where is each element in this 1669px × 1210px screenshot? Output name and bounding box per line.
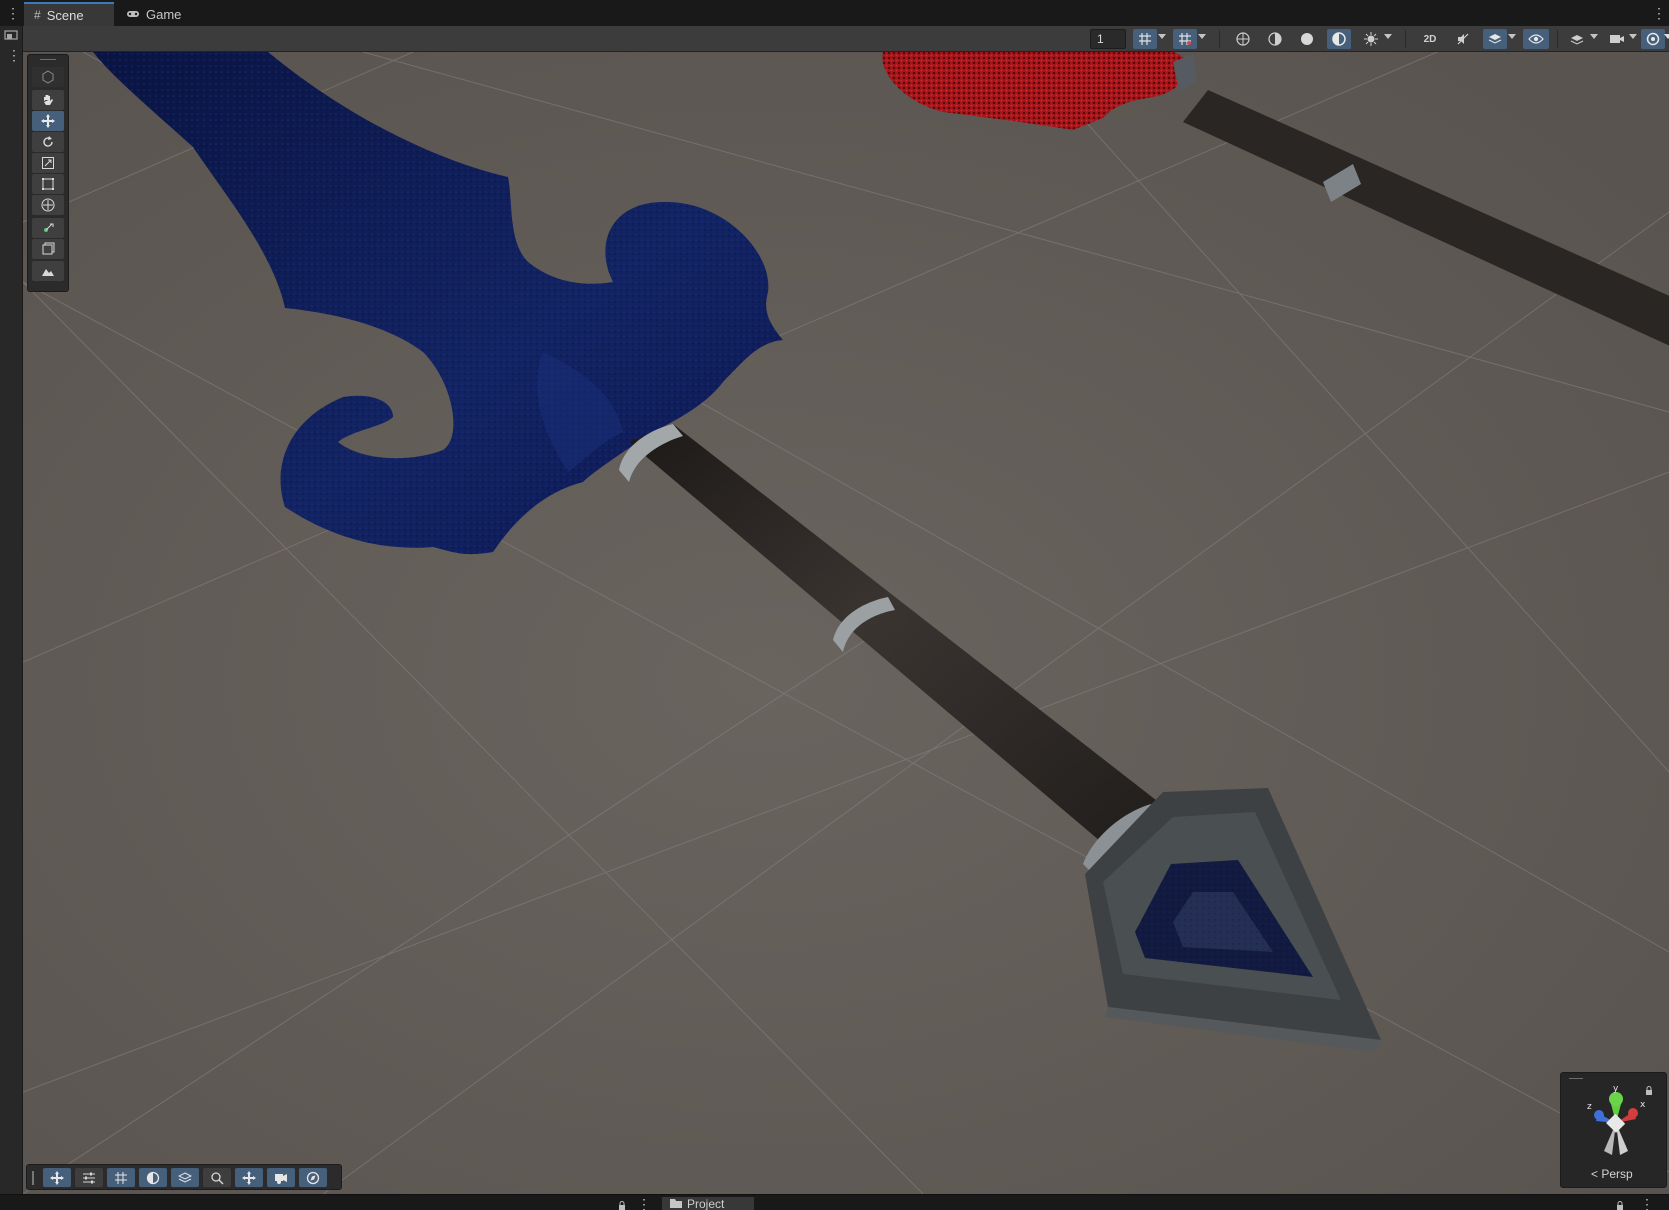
pivot-icon[interactable] (235, 1168, 263, 1187)
more-options-icon[interactable]: ⋮ (6, 6, 20, 20)
hash-icon: # (34, 8, 41, 22)
tab-game[interactable]: Game (116, 2, 196, 26)
component-tool-icon[interactable] (32, 239, 64, 259)
projection-toggle[interactable]: < Persp (1591, 1167, 1633, 1181)
left-gutter: ⋮ (0, 26, 23, 1206)
tool-palette (27, 54, 69, 292)
tab-strip: ⋮ # Scene Game ⋮ (0, 0, 1669, 26)
grid-visibility-dropdown-icon[interactable] (1198, 34, 1206, 39)
custom-tool-icon[interactable] (32, 218, 64, 238)
camera-icon[interactable] (267, 1168, 295, 1187)
layers-dropdown-icon[interactable] (1508, 34, 1516, 39)
grid-icon[interactable] (107, 1168, 135, 1187)
gamepad-icon (126, 7, 140, 22)
compass-icon[interactable] (299, 1168, 327, 1187)
layers-icon[interactable] (1483, 29, 1507, 49)
shading-icon[interactable] (139, 1168, 167, 1187)
rect-tool-icon[interactable] (32, 174, 64, 194)
shaded-sphere-icon[interactable] (1263, 29, 1287, 49)
panel-more-icon[interactable]: ⋮ (637, 1197, 651, 1210)
unlit-sphere-icon[interactable] (1295, 29, 1319, 49)
projection-label: Persp (1601, 1167, 1633, 1181)
axis-y-label: y (1613, 1085, 1619, 1094)
bottom-panel-strip: ⋮ Project ⋮ (0, 1194, 1669, 1210)
tab-project-label: Project (687, 1197, 725, 1210)
gizmo-drag-handle[interactable] (1569, 1078, 1583, 1079)
grid-snapping-icon[interactable] (1133, 29, 1157, 49)
axis-z-label: z (1587, 1102, 1592, 1112)
view-tool-icon[interactable] (32, 90, 64, 110)
sliders-icon[interactable] (75, 1168, 103, 1187)
toolbar-separator (1219, 30, 1220, 48)
window-options-icon[interactable]: ⋮ (1652, 6, 1666, 20)
layer-count-field[interactable]: 1 (1090, 29, 1126, 49)
audio-toggle-icon[interactable] (1451, 29, 1475, 49)
global-view-icon[interactable] (1231, 29, 1255, 49)
layers-icon[interactable] (171, 1168, 199, 1187)
orientation-gizmo[interactable]: y x z < Persp (1560, 1072, 1667, 1188)
tab-scene-label: Scene (46, 7, 84, 23)
toolbar-separator (1405, 30, 1406, 48)
lock-icon[interactable] (618, 1198, 626, 1210)
overlay-menu-icon[interactable] (4, 29, 18, 47)
scene-render (23, 52, 1669, 1194)
tab-scene[interactable]: # Scene (24, 2, 114, 26)
gutter-more-icon[interactable]: ⋮ (7, 48, 21, 62)
overlay-drag-handle[interactable] (32, 1171, 34, 1185)
chevron-left-icon: < (1591, 1167, 1599, 1181)
rotate-tool-icon[interactable] (32, 132, 64, 152)
search-icon[interactable] (203, 1168, 231, 1187)
scene-viewport[interactable] (23, 52, 1669, 1194)
view-options-icon[interactable] (32, 67, 64, 87)
gizmos-icon[interactable] (1641, 29, 1665, 49)
layer-visibility-dropdown-icon[interactable] (1590, 34, 1598, 39)
scale-tool-icon[interactable] (32, 153, 64, 173)
overlay-toolbar (26, 1164, 342, 1190)
effects-icon[interactable] (1359, 29, 1383, 49)
editor-window: ⋮ # Scene Game ⋮ ⋮ 1 2D y x z < Persp ⋮ … (0, 0, 1669, 1210)
axis-x-label: x (1640, 1100, 1646, 1110)
axis-gizmo-icon[interactable]: y x z (1576, 1085, 1656, 1165)
2d-toggle-icon[interactable]: 2D (1417, 29, 1443, 49)
tab-game-label: Game (146, 6, 182, 22)
move-tool-icon[interactable] (32, 111, 64, 131)
toolbar-separator (1557, 30, 1558, 48)
effects-dropdown-icon[interactable] (1384, 34, 1392, 39)
grid-visibility-icon[interactable] (1173, 29, 1197, 49)
layer-visibility-icon[interactable] (1565, 29, 1589, 49)
gizmos-dropdown-icon[interactable] (1664, 34, 1669, 39)
lock-icon[interactable] (1616, 1198, 1624, 1210)
camera-icon[interactable] (1605, 29, 1629, 49)
transform-tool-icon[interactable] (32, 195, 64, 215)
folder-icon (670, 1197, 682, 1210)
visibility-icon[interactable] (1523, 29, 1549, 49)
panel-more-icon[interactable]: ⋮ (1640, 1197, 1654, 1210)
move-icon[interactable] (43, 1168, 71, 1187)
grid-snapping-dropdown-icon[interactable] (1158, 34, 1166, 39)
palette-drag-handle[interactable] (40, 59, 56, 60)
terrain-tool-icon[interactable] (32, 261, 64, 281)
scene-toolbar: 1 2D (23, 26, 1669, 52)
lighting-icon[interactable] (1327, 29, 1351, 49)
tab-project[interactable]: Project (662, 1197, 754, 1210)
camera-dropdown-icon[interactable] (1629, 34, 1637, 39)
